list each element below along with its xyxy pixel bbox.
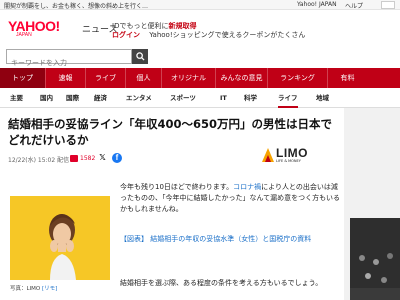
- photo-caption: 写真：LIMO [リモ]: [10, 284, 57, 292]
- nav-individual[interactable]: 個人: [125, 68, 161, 88]
- search-icon: [135, 52, 145, 61]
- login-link[interactable]: ログイン: [112, 31, 140, 39]
- article-title: 結婚相手の妥協ライン「年収400～650万円」の男性は日本でどれだけいるか: [8, 117, 333, 147]
- menu-icon[interactable]: [381, 1, 395, 9]
- cat-life[interactable]: ライフ: [278, 88, 298, 108]
- ad-image: [350, 218, 400, 300]
- nav-paid[interactable]: 有料: [327, 68, 367, 88]
- nav-live[interactable]: ライブ: [85, 68, 125, 88]
- cat-international[interactable]: 国際: [66, 88, 79, 108]
- para1-text: 今年も残り10日ほどで終わります。: [120, 183, 234, 191]
- login-promo: ログイン Yahoo!ショッピングで使えるクーポンがたくさん: [112, 30, 305, 40]
- caption-link[interactable]: [リモ]: [42, 286, 57, 292]
- comment-count[interactable]: 1582: [80, 155, 95, 162]
- nav-top[interactable]: トップ: [0, 68, 45, 88]
- promo-link[interactable]: 闇契が制覇をし、お金も稼く、想像の斜め上を行く…: [4, 1, 148, 10]
- cat-it[interactable]: IT: [220, 88, 227, 108]
- facebook-icon[interactable]: f: [112, 153, 122, 163]
- article-paragraph-1: 今年も残り10日ほどで終わります。コロナ禍により人との出会いは減ったものの、「今…: [120, 182, 340, 215]
- search-button[interactable]: [132, 49, 148, 64]
- help-link[interactable]: ヘルプ: [345, 1, 363, 10]
- search-box: [6, 49, 132, 70]
- comment-icon[interactable]: [70, 155, 78, 162]
- signup-link[interactable]: 新規取得: [168, 22, 196, 30]
- yahoo-japan-link[interactable]: Yahoo! JAPAN: [297, 1, 337, 8]
- nav-original[interactable]: オリジナル: [161, 68, 215, 88]
- cat-entertainment[interactable]: エンタメ: [126, 88, 152, 108]
- figure-link[interactable]: 【図表】 結婚相手の年収の妥協水準（女性）と国税庁の資料: [120, 234, 340, 245]
- article-date: 12/22(水) 15:02 配信: [8, 157, 70, 164]
- article-paragraph-2: 結婚相手を選ぶ際、ある程度の条件を考える方もいるでしょう。: [120, 279, 323, 287]
- cat-economy[interactable]: 経済: [94, 88, 107, 108]
- publisher-name: LIMO: [276, 146, 308, 160]
- sidebar: [344, 108, 400, 300]
- cat-local[interactable]: 地域: [316, 88, 329, 108]
- article-photo[interactable]: [10, 196, 110, 280]
- nav-breaking[interactable]: 速報: [45, 68, 85, 88]
- main-nav: トップ 速報 ライブ 個人 オリジナル みんなの意見 ランキング 有料: [0, 68, 400, 88]
- cat-science[interactable]: 科学: [244, 88, 257, 108]
- cat-main[interactable]: 主要: [10, 88, 23, 108]
- nav-ranking[interactable]: ランキング: [267, 68, 327, 88]
- twitter-icon[interactable]: 𝕏: [98, 153, 107, 162]
- id-promo-text: IDでもっと便利に: [112, 22, 169, 30]
- article: 結婚相手の妥協ライン「年収400～650万円」の男性は日本でどれだけいるか 12…: [0, 108, 344, 300]
- woman-thinking-image: [10, 196, 110, 280]
- cat-sports[interactable]: スポーツ: [170, 88, 196, 108]
- sidebar-ad[interactable]: [350, 218, 400, 300]
- yahoo-logo-sub: JAPAN: [16, 32, 32, 38]
- category-nav: 主要 国内 国際 経済 エンタメ スポーツ IT 科学 ライフ 地域: [0, 88, 400, 108]
- top-utility-bar: 闇契が制覇をし、お金も稼く、想像の斜め上を行く… Yahoo! JAPAN ヘル…: [0, 0, 400, 10]
- limo-mark-icon: [262, 148, 274, 162]
- cat-domestic[interactable]: 国内: [40, 88, 53, 108]
- site-header: YAHOO! JAPAN ニュース IDでもっと便利に新規取得 ログイン Yah…: [0, 10, 400, 70]
- nav-opinions[interactable]: みんなの意見: [215, 68, 267, 88]
- publisher-tagline: LIFE & MONEY: [276, 159, 301, 163]
- coupon-text: Yahoo!ショッピングで使えるクーポンがたくさん: [140, 31, 306, 39]
- caption-text: 写真：LIMO: [10, 286, 43, 292]
- covid-link[interactable]: コロナ禍: [233, 183, 261, 191]
